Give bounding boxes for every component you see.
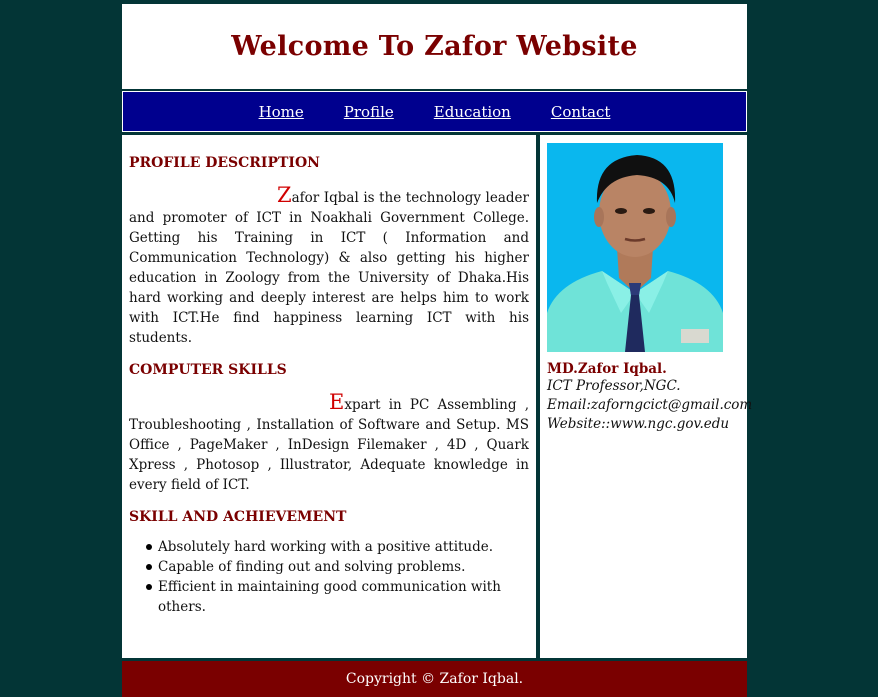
skills-description: Expart in PC Assembling , Troubleshootin… — [129, 392, 529, 495]
profile-dropcap: Z — [277, 183, 292, 207]
list-item: Capable of finding out and solving probl… — [146, 557, 529, 577]
profile-website: Website::www.ngc.gov.edu — [547, 416, 730, 432]
nav-link-contact[interactable]: Contact — [551, 103, 611, 121]
list-item: Efficient in maintaining good communicat… — [146, 577, 529, 617]
achievement-heading: SKILL AND ACHIEVEMENT — [129, 509, 347, 525]
profile-role: ICT Professor,NGC. — [547, 378, 681, 394]
page-container: Welcome To Zafor Website Home Profile Ed… — [120, 2, 753, 697]
list-item: Absolutely hard working with a positive … — [146, 537, 529, 557]
site-header: Welcome To Zafor Website — [122, 4, 747, 89]
profile-email: Email:zaforngcict@gmail.com — [547, 397, 753, 413]
site-footer: Copyright © Zafor Iqbal. — [122, 661, 747, 697]
profile-photo — [547, 143, 723, 352]
site-title: Welcome To Zafor Website — [231, 31, 638, 62]
profile-name: MD.Zafor Iqbal. — [547, 361, 667, 377]
profile-heading: PROFILE DESCRIPTION — [129, 155, 320, 171]
profile-description: Zafor Iqbal is the technology leader and… — [129, 185, 529, 348]
nav-bar: Home Profile Education Contact — [122, 91, 747, 132]
main-content: PROFILE DESCRIPTION Zafor Iqbal is the t… — [122, 135, 536, 658]
skills-dropcap: E — [329, 390, 345, 414]
skills-heading: COMPUTER SKILLS — [129, 362, 287, 378]
nav-link-home[interactable]: Home — [259, 103, 304, 121]
profile-sidebar: MD.Zafor Iqbal. ICT Professor,NGC. Email… — [540, 135, 753, 658]
profile-text: afor Iqbal is the technology leader and … — [129, 190, 529, 346]
achievement-list: Absolutely hard working with a positive … — [129, 537, 529, 617]
nav-link-education[interactable]: Education — [434, 103, 511, 121]
nav-link-profile[interactable]: Profile — [344, 103, 394, 121]
copyright-text: Copyright © Zafor Iqbal. — [345, 671, 524, 687]
